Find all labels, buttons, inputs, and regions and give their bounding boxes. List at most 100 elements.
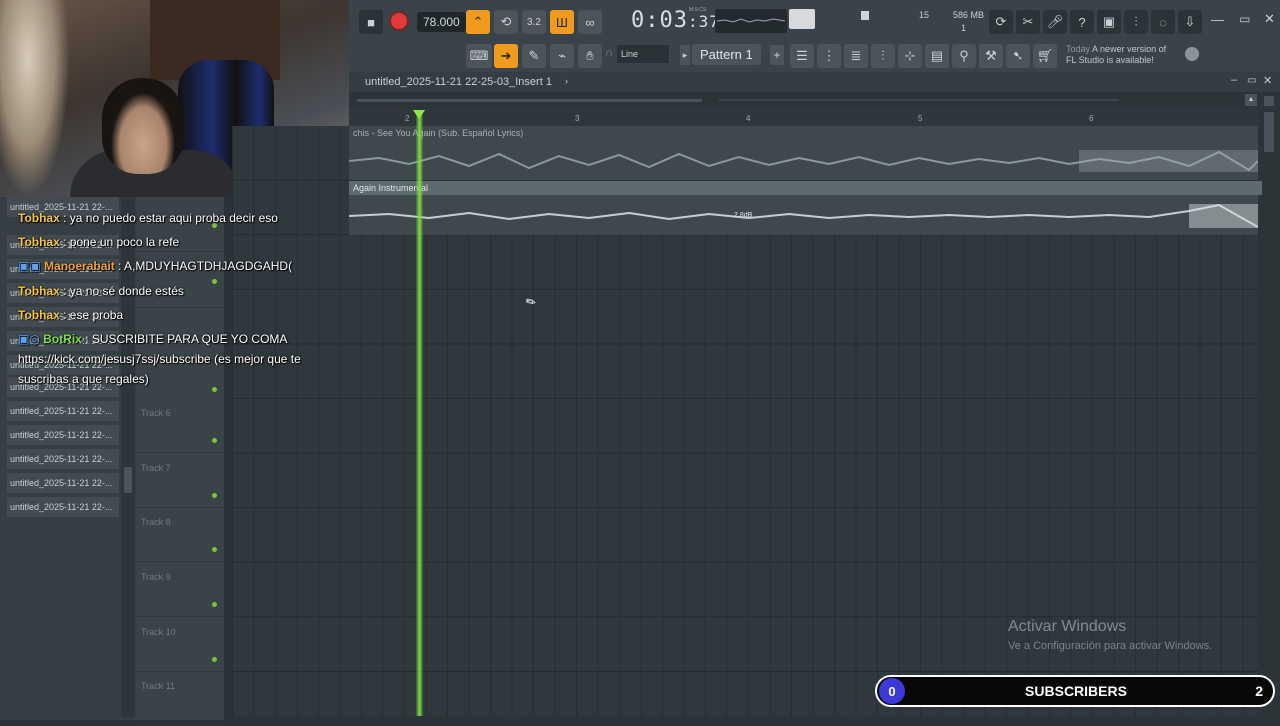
news-text-1: A newer version of <box>1092 44 1167 54</box>
cpu-value: 15 <box>919 10 930 20</box>
browser-item[interactable]: untitled_2025-11-21 22-... <box>7 401 119 421</box>
scroll-right-icon[interactable]: ▲ <box>1245 94 1257 106</box>
scroll-up-icon[interactable] <box>1264 96 1274 106</box>
browser-list-icon[interactable]: ≣ <box>844 44 868 68</box>
track-header-10[interactable]: Track 10 <box>136 617 224 672</box>
snap-select[interactable]: Line <box>617 45 669 63</box>
chat-icon[interactable]: ◌ <box>1151 10 1175 34</box>
chat-text: : ese proba <box>59 308 124 322</box>
track-name: Track 11 <box>141 681 176 691</box>
track-enable-led[interactable] <box>212 279 217 284</box>
microphone-icon[interactable]: 🎤︎ <box>1043 10 1067 34</box>
countdown-icon[interactable]: 3.2 <box>522 10 546 34</box>
timeline-ruler[interactable]: 2 3 4 5 6 <box>349 108 1258 126</box>
playhead[interactable] <box>416 111 423 716</box>
horizontal-scrollbar[interactable]: ▲ <box>349 92 1280 108</box>
playlist-close-icon[interactable]: ✕ <box>1263 74 1272 87</box>
chat-user: Tobhax <box>18 284 60 298</box>
track-enable-led[interactable] <box>212 387 217 392</box>
record-button[interactable] <box>389 11 409 31</box>
channel-rack-icon[interactable]: ⋮ <box>817 44 841 68</box>
browser-scroll-thumb[interactable] <box>124 467 132 493</box>
browser-item[interactable]: untitled_2025-11-21 22-... <box>7 425 119 445</box>
download-icon[interactable]: ⇩ <box>1178 10 1202 34</box>
browser-item[interactable]: untitled_2025-11-21 22-... <box>7 449 119 469</box>
audio-clip-1[interactable]: chis - See You Again (Sub. Español Lyric… <box>349 126 1258 180</box>
watermark-title: Activar Windows <box>1008 618 1127 635</box>
ruler-mark: 6 <box>1089 114 1094 123</box>
metronome-icon[interactable]: ⌃ <box>466 10 490 34</box>
slice-icon[interactable]: ⌁ <box>550 44 574 68</box>
chat-text: : ya no sé donde estés <box>59 284 184 298</box>
clip-label: chis - See You Again (Sub. Español Lyric… <box>353 128 524 138</box>
track-enable-led[interactable] <box>212 602 217 607</box>
horizontal-scroll-thumb[interactable] <box>357 99 702 102</box>
track-enable-led[interactable] <box>212 438 217 443</box>
chat-badge-icon: ▣▣ <box>18 259 41 273</box>
webcam-person-head <box>102 78 184 174</box>
browser-item[interactable]: untitled_2025-11-21 22-... <box>7 497 119 517</box>
draw-mode-icon[interactable]: ➜ <box>494 44 518 68</box>
pattern-prev-icon[interactable]: ▸ <box>680 45 690 65</box>
playhead-marker-icon[interactable] <box>413 110 425 119</box>
cut-icon[interactable]: ✂ <box>1016 10 1040 34</box>
minimize-window-icon[interactable]: — <box>1211 12 1224 27</box>
clip-label: Again Instrumental <box>349 181 1262 195</box>
browser-item[interactable]: untitled_2025-11-21 22-... <box>7 473 119 493</box>
track-header-11[interactable]: Track 11 <box>136 671 224 726</box>
plugin-icon[interactable]: ⚲ <box>952 44 976 68</box>
chat-user: Manoerabait <box>44 259 115 273</box>
subscriber-goal-widget: 0 SUBSCRIBERS 2 <box>875 675 1275 707</box>
help-icon[interactable]: ? <box>1070 10 1094 34</box>
track-header-6[interactable]: Track 6 <box>136 398 224 453</box>
add-pattern-icon[interactable]: + <box>770 45 784 65</box>
time-display[interactable]: 0:03:37 <box>631 8 720 33</box>
track-name: Track 8 <box>141 517 171 527</box>
maximize-window-icon[interactable]: ▭ <box>1239 12 1250 26</box>
refresh-icon[interactable]: ⟳ <box>989 10 1013 34</box>
chat-message: suscribas a que regales) <box>18 372 149 386</box>
tempo-display[interactable]: 78.000 <box>417 12 466 32</box>
tools-icon[interactable]: ⚒︎ <box>979 44 1003 68</box>
routing-icon[interactable]: ⊹ <box>898 44 922 68</box>
hand-icon[interactable]: ✋︎ <box>578 44 602 68</box>
mixer-icon[interactable]: ⫶ <box>1124 10 1148 34</box>
playlist-title-bar: untitled_2025-11-21 22-25-03_Insert 1 › … <box>349 72 1280 92</box>
audio-clip-2[interactable]: Again Instrumental 2.8dB <box>349 181 1262 235</box>
track-name: Track 9 <box>141 572 171 582</box>
step-edit-icon[interactable]: Ш <box>550 10 574 34</box>
playlist-maximize-icon[interactable]: ▭ <box>1247 75 1256 86</box>
clip-gain-label: 2.8dB <box>734 212 753 219</box>
track-name: Track 7 <box>141 463 171 473</box>
track-header-9[interactable]: Track 9 <box>136 562 224 617</box>
track-enable-led[interactable] <box>212 493 217 498</box>
project-icon[interactable]: ▤ <box>925 44 949 68</box>
close-window-icon[interactable]: ✕ <box>1264 11 1275 27</box>
news-panel[interactable]: Today A newer version of FL Studio is ava… <box>1066 44 1166 66</box>
chat-message: Tobhax : ese proba <box>18 308 123 322</box>
mixer-sliders-icon[interactable]: ⫶ <box>871 44 895 68</box>
loop-record-icon[interactable]: ∞ <box>578 10 602 34</box>
chat-text: suscribas a que regales) <box>18 372 149 386</box>
vertical-scroll-thumb[interactable] <box>1264 112 1274 152</box>
save-icon[interactable]: ▣ <box>1097 10 1121 34</box>
chat-text: : SUSCRIBITE PARA QUE YO COMA <box>81 332 288 346</box>
wait-input-icon[interactable]: ⟲ <box>494 10 518 34</box>
playlist-title: untitled_2025-11-21 22-25-03_Insert 1 <box>365 76 552 88</box>
track-header-8[interactable]: Track 8 <box>136 507 224 562</box>
arrow-tool-icon[interactable]: ➷ <box>1006 44 1030 68</box>
piano-roll-icon[interactable]: ⌨ <box>466 44 492 68</box>
paint-icon[interactable]: ✎ <box>522 44 546 68</box>
playlist-icon[interactable]: ☰ <box>790 44 814 68</box>
chat-text: : A,MDUYHAGTDHJAGDGAHD( <box>114 259 293 273</box>
track-header-7[interactable]: Track 7 <box>136 453 224 508</box>
main-toolbar: ■ 78.000 ⌃ ⟲ 3.2 Ш ∞ 0:03:37 M:S:CS 15 5… <box>349 0 1280 73</box>
stop-button[interactable]: ■ <box>359 10 383 34</box>
pattern-select[interactable]: Pattern 1 <box>692 44 761 65</box>
track-enable-led[interactable] <box>212 547 217 552</box>
browser-scrollbar[interactable] <box>121 197 135 717</box>
shop-icon[interactable]: 🛒︎ <box>1033 44 1057 68</box>
track-enable-led[interactable] <box>212 657 217 662</box>
news-globe-icon[interactable] <box>1185 47 1199 61</box>
playlist-minimize-icon[interactable]: – <box>1231 74 1237 86</box>
